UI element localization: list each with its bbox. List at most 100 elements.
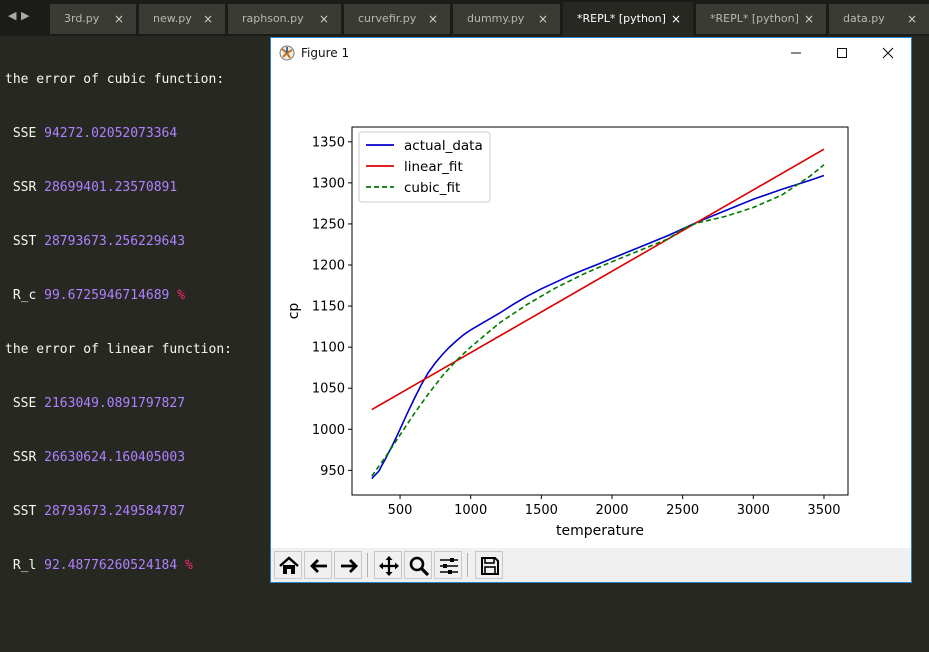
tab-next-icon[interactable]: ▶ xyxy=(21,9,34,22)
tab-close-icon[interactable]: × xyxy=(907,4,917,34)
tab-curvefir-py[interactable]: curvefir.py × xyxy=(344,4,450,34)
metric-key: SST xyxy=(12,234,37,249)
percent-sign: % xyxy=(177,288,186,303)
tab-label: data.py xyxy=(843,12,885,25)
tab-label: dummy.py xyxy=(467,12,525,25)
save-icon xyxy=(481,557,499,575)
metric-key: SSE xyxy=(12,126,37,141)
zoom-button[interactable] xyxy=(404,551,432,579)
back-button[interactable] xyxy=(304,551,332,579)
linear-r-line: R_l 92.48776260524184 % xyxy=(5,557,232,575)
configure-subplots-button[interactable] xyxy=(434,551,462,579)
close-window-button[interactable] xyxy=(865,38,911,68)
close-icon xyxy=(882,47,894,59)
metric-value: 28699401.23570891 xyxy=(44,180,178,195)
matplotlib-icon xyxy=(279,45,295,61)
metric-value: 2163049.0891797827 xyxy=(44,396,186,411)
legend-label-cubic-fit: cubic_fit xyxy=(404,180,460,196)
tab-prev-icon[interactable]: ◀ xyxy=(8,9,21,22)
cubic-sst-line: SST 28793673.256229643 xyxy=(5,233,232,251)
tab-close-icon[interactable]: × xyxy=(538,4,548,34)
tab-new-py[interactable]: new.py × xyxy=(139,4,225,34)
home-icon xyxy=(279,556,299,574)
percent-sign: % xyxy=(185,558,193,573)
x-tick-label: 2500 xyxy=(666,503,699,518)
tab-close-icon[interactable]: × xyxy=(804,4,814,34)
plot-area[interactable]: 500 1000 1500 2000 2500 3000 3500 950 1000 1050 11… xyxy=(271,68,911,548)
pan-icon xyxy=(379,556,399,576)
tab-close-icon[interactable]: × xyxy=(671,2,681,36)
tab-label: curvefir.py xyxy=(358,12,417,25)
tab-repl-python[interactable]: *REPL* [python] × xyxy=(696,4,826,34)
tab-repl-python-active[interactable]: *REPL* [python] × xyxy=(563,2,693,36)
home-button[interactable] xyxy=(274,551,302,579)
metric-key: R_c xyxy=(12,288,37,303)
metric-value: 26630624.160405003 xyxy=(44,450,186,465)
y-tick-label: 1050 xyxy=(312,382,345,397)
tab-close-icon[interactable]: × xyxy=(428,4,438,34)
tab-close-icon[interactable]: × xyxy=(114,4,124,34)
tab-nav-arrows[interactable]: ◀ ▶ xyxy=(8,9,38,25)
metric-value: 28793673.256229643 xyxy=(44,234,186,249)
minimize-icon xyxy=(791,52,801,54)
y-tick-label: 1350 xyxy=(312,135,345,150)
x-tick-label: 1000 xyxy=(454,503,487,518)
zoom-icon xyxy=(409,556,430,577)
repl-output[interactable]: the error of cubic function: SSE 94272.0… xyxy=(5,35,232,593)
linear-sse-line: SSE 2163049.0891797827 xyxy=(5,395,232,413)
cubic-ssr-line: SSR 28699401.23570891 xyxy=(5,179,232,197)
metric-key: SST xyxy=(12,504,37,519)
linear-header: the error of linear function: xyxy=(5,342,232,357)
metric-value: 99.6725946714689 xyxy=(44,288,170,303)
tab-label: raphson.py xyxy=(242,12,304,25)
window-titlebar[interactable]: Figure 1 xyxy=(271,38,911,68)
cubic-sse-line: SSE 94272.02052073364 xyxy=(5,125,232,143)
toolbar-separator xyxy=(367,553,368,577)
pan-button[interactable] xyxy=(374,551,402,579)
legend-label-actual-data: actual_data xyxy=(404,138,483,154)
x-tick-label: 2000 xyxy=(595,503,628,518)
metric-value: 28793673.249584787 xyxy=(44,504,186,519)
metric-key: SSR xyxy=(12,450,37,465)
maximize-button[interactable] xyxy=(819,38,865,68)
configure-subplots-icon xyxy=(440,558,458,574)
linear-ssr-line: SSR 26630624.160405003 xyxy=(5,449,232,467)
tab-close-icon[interactable]: × xyxy=(319,4,329,34)
line-chart[interactable]: 500 1000 1500 2000 2500 3000 3500 950 1000 1050 11… xyxy=(271,68,911,548)
figure-window: Figure 1 500 1000 1500 2000 2500 3000 3500 950 1… xyxy=(270,37,912,583)
y-tick-label: 1000 xyxy=(312,423,345,438)
forward-arrow-icon xyxy=(341,559,358,573)
y-tick-label: 1150 xyxy=(312,300,345,315)
x-tick-label: 3000 xyxy=(737,503,770,518)
x-axis-label: temperature xyxy=(556,523,644,539)
metric-value: 94272.02052073364 xyxy=(44,126,178,141)
legend-label-linear-fit: linear_fit xyxy=(404,159,463,175)
tab-raphson-py[interactable]: raphson.py × xyxy=(228,4,341,34)
y-tick-label: 950 xyxy=(320,464,345,479)
minimize-button[interactable] xyxy=(773,38,819,68)
x-tick-label: 3500 xyxy=(807,503,840,518)
maximize-icon xyxy=(837,48,847,58)
forward-button[interactable] xyxy=(334,551,362,579)
y-tick-label: 1250 xyxy=(312,217,345,232)
metric-key: SSE xyxy=(12,396,37,411)
metric-key: R_l xyxy=(12,558,37,573)
metric-value: 92.48776260524184 xyxy=(44,558,178,573)
tab-dummy-py[interactable]: dummy.py × xyxy=(453,4,560,34)
tab-label: new.py xyxy=(153,12,192,25)
tab-3rd-py[interactable]: 3rd.py × xyxy=(50,4,136,34)
save-button[interactable] xyxy=(475,551,503,579)
y-tick-label: 1200 xyxy=(312,259,345,274)
y-tick-label: 1300 xyxy=(312,176,345,191)
tab-label: *REPL* [python] xyxy=(577,12,666,25)
back-arrow-icon xyxy=(310,559,327,573)
x-tick-label: 500 xyxy=(388,503,413,518)
tab-label: *REPL* [python] xyxy=(710,12,799,25)
tab-data-py[interactable]: data.py × xyxy=(829,4,929,34)
metric-key: SSR xyxy=(12,180,37,195)
linear-sst-line: SST 28793673.249584787 xyxy=(5,503,232,521)
window-title: Figure 1 xyxy=(301,46,350,60)
toolbar-separator xyxy=(467,553,468,577)
y-axis-label: cp xyxy=(286,303,302,320)
tab-close-icon[interactable]: × xyxy=(203,4,213,34)
